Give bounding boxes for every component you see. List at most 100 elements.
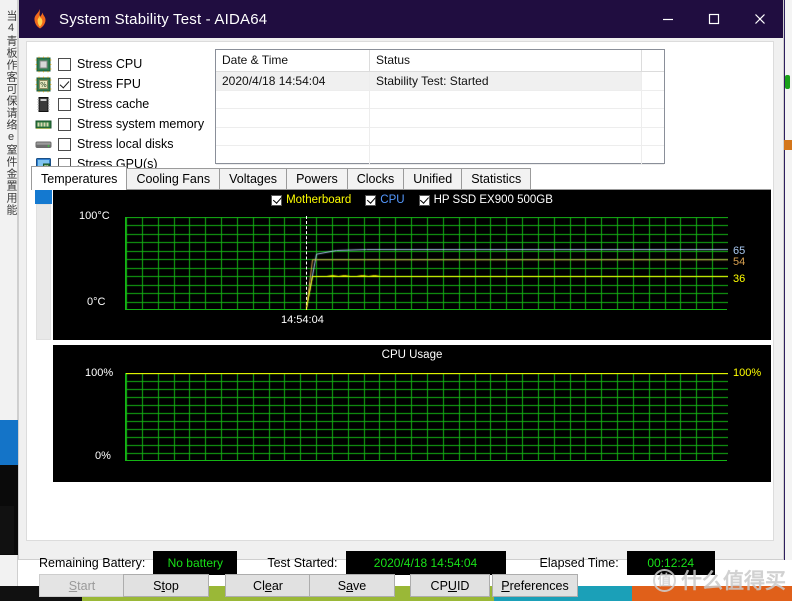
temperature-graph-scrollbar[interactable] <box>35 190 52 340</box>
stop-button[interactable]: Stop <box>123 574 209 597</box>
background-left-dark-block-2 <box>0 506 14 554</box>
cpu-usage-plot-area <box>125 373 728 461</box>
charts-container: Motherboard CPU HP SSD EX900 500GB 100°C <box>31 190 771 538</box>
legend-item-motherboard[interactable]: Motherboard <box>271 194 351 206</box>
cpu-chip-icon <box>35 56 52 73</box>
event-log-header: Date & Time Status <box>216 50 664 72</box>
stress-option-label: Stress system memory <box>77 117 205 131</box>
cell-datetime <box>216 146 370 164</box>
cpu-usage-value: 100% <box>733 367 762 379</box>
stress-option-memory[interactable]: Stress system memory <box>35 114 205 134</box>
temperature-traces <box>126 217 728 310</box>
event-log-list[interactable]: Date & Time Status 2020/4/18 14:54:04 St… <box>215 49 665 165</box>
cpuid-button[interactable]: CPUID <box>410 574 490 597</box>
scrollbar-thumb[interactable] <box>35 190 52 204</box>
table-row[interactable] <box>216 146 664 165</box>
stress-memory-checkbox[interactable] <box>58 117 71 131</box>
table-row[interactable]: 2020/4/18 14:54:04 Stability Test: Start… <box>216 72 664 91</box>
temperatures-graph: Motherboard CPU HP SSD EX900 500GB 100°C <box>53 190 771 340</box>
cell-datetime <box>216 90 370 109</box>
temperature-plot-area <box>125 216 728 310</box>
battery-label: Remaining Battery: <box>39 556 146 570</box>
tab-voltages[interactable]: Voltages <box>219 168 288 189</box>
button-bar: Start Stop Clear Save CPUID Preferences <box>35 574 787 600</box>
stress-cache-checkbox[interactable] <box>58 97 71 111</box>
legend-label-ssd: HP SSD EX900 500GB <box>433 194 553 206</box>
tab-cooling-fans[interactable]: Cooling Fans <box>126 168 221 189</box>
column-header-datetime[interactable]: Date & Time <box>216 50 370 71</box>
battery-value: No battery <box>153 551 238 575</box>
stress-option-label: Stress cache <box>77 97 150 111</box>
tab-powers[interactable]: Powers <box>286 168 348 189</box>
aida64-stability-test-window: System Stability Test - AIDA64 Stress CP… <box>18 0 784 597</box>
cpu-usage-title: CPU Usage <box>381 349 443 361</box>
table-row[interactable] <box>216 109 664 128</box>
cell-datetime <box>216 127 370 146</box>
save-button[interactable]: Save <box>309 574 395 597</box>
hard-disk-icon <box>35 136 52 153</box>
background-orange-marker-icon <box>784 140 792 150</box>
background-left-text: 当4青板作客可保请络e窒件金置用能 <box>5 10 17 216</box>
cell-extra <box>642 109 664 127</box>
legend-checkbox-motherboard[interactable] <box>271 194 283 206</box>
window-controls <box>645 0 783 38</box>
tab-clocks[interactable]: Clocks <box>346 168 405 189</box>
stress-fpu-checkbox[interactable] <box>58 77 71 91</box>
cell-status: Stability Test: Started <box>370 72 642 90</box>
clear-button[interactable]: Clear <box>225 574 311 597</box>
cpu-usage-graph: CPU Usage 100% 0% 100% <box>53 345 771 482</box>
stress-option-label: Stress local disks <box>77 137 174 151</box>
cell-datetime <box>216 109 370 127</box>
legend-checkbox-cpu[interactable] <box>365 194 377 206</box>
table-row[interactable] <box>216 127 664 147</box>
tab-temperatures[interactable]: Temperatures <box>31 166 128 190</box>
cell-extra <box>642 146 664 164</box>
tab-bar: Temperatures Cooling Fans Voltages Power… <box>31 166 771 190</box>
stress-option-fpu[interactable]: % Stress FPU <box>35 74 205 94</box>
cell-status <box>370 90 642 109</box>
stress-option-cache[interactable]: Stress cache <box>35 94 205 114</box>
cpu-y-min-label: 0% <box>95 450 111 462</box>
stress-options-list: Stress CPU % Stress FPU Stress cache Str… <box>35 54 205 174</box>
elapsed-time-value: 00:12:24 <box>626 551 715 575</box>
stress-option-cpu[interactable]: Stress CPU <box>35 54 205 74</box>
maximize-button[interactable] <box>691 0 737 38</box>
cell-extra <box>642 128 664 146</box>
background-left-highlight <box>0 420 18 465</box>
column-header-extra[interactable] <box>642 50 664 71</box>
stress-option-local-disks[interactable]: Stress local disks <box>35 134 205 154</box>
flame-icon <box>31 9 49 29</box>
cache-chip-icon <box>35 96 52 113</box>
close-button[interactable] <box>737 0 783 38</box>
window-title: System Stability Test - AIDA64 <box>59 10 268 28</box>
cell-datetime: 2020/4/18 14:54:04 <box>216 72 370 90</box>
cpu-y-max-label: 100% <box>85 367 114 379</box>
cell-extra <box>642 72 664 90</box>
temp-value-ssd: 54 <box>733 256 746 268</box>
legend-label-cpu: CPU <box>380 194 405 206</box>
tab-statistics[interactable]: Statistics <box>461 168 532 189</box>
elapsed-time-label: Elapsed Time: <box>539 556 619 570</box>
scrollbar-track[interactable] <box>36 204 51 340</box>
stress-local-disks-checkbox[interactable] <box>58 137 71 151</box>
memory-module-icon <box>35 116 52 133</box>
legend-item-ssd[interactable]: HP SSD EX900 500GB <box>418 194 553 206</box>
cell-extra <box>642 91 664 109</box>
temp-y-max-label: 100°C <box>79 210 110 222</box>
cell-status <box>370 146 642 164</box>
start-button[interactable]: Start <box>39 574 125 597</box>
column-header-status[interactable]: Status <box>370 50 642 71</box>
title-bar[interactable]: System Stability Test - AIDA64 <box>19 0 783 38</box>
svg-text:%: % <box>40 81 47 89</box>
preferences-button[interactable]: Preferences <box>492 574 578 597</box>
test-started-value: 2020/4/18 14:54:04 <box>345 551 506 575</box>
minimize-button[interactable] <box>645 0 691 38</box>
cpu-usage-traces <box>126 373 728 461</box>
table-row[interactable] <box>216 90 664 110</box>
stress-cpu-checkbox[interactable] <box>58 57 71 71</box>
legend-item-cpu[interactable]: CPU <box>365 194 405 206</box>
tab-unified[interactable]: Unified <box>403 168 463 189</box>
legend-checkbox-ssd[interactable] <box>418 194 430 206</box>
stress-option-label: Stress FPU <box>77 77 141 91</box>
stress-option-label: Stress CPU <box>77 57 143 71</box>
